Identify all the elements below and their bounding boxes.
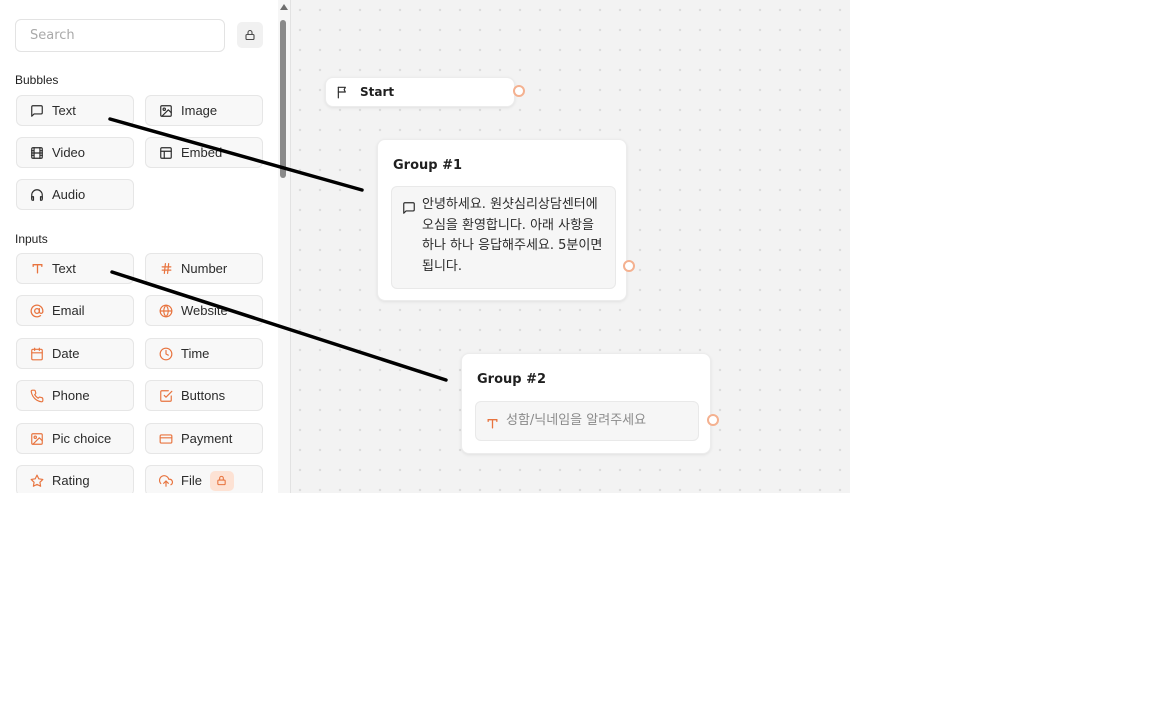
typebot-editor: Start Group #1 안녕하세요. 원샷심리상담센터에 오심을 환영합니… <box>0 0 850 493</box>
annotation-overlay <box>108 117 448 382</box>
annotation-line <box>110 270 448 382</box>
annotation-line <box>108 117 364 192</box>
